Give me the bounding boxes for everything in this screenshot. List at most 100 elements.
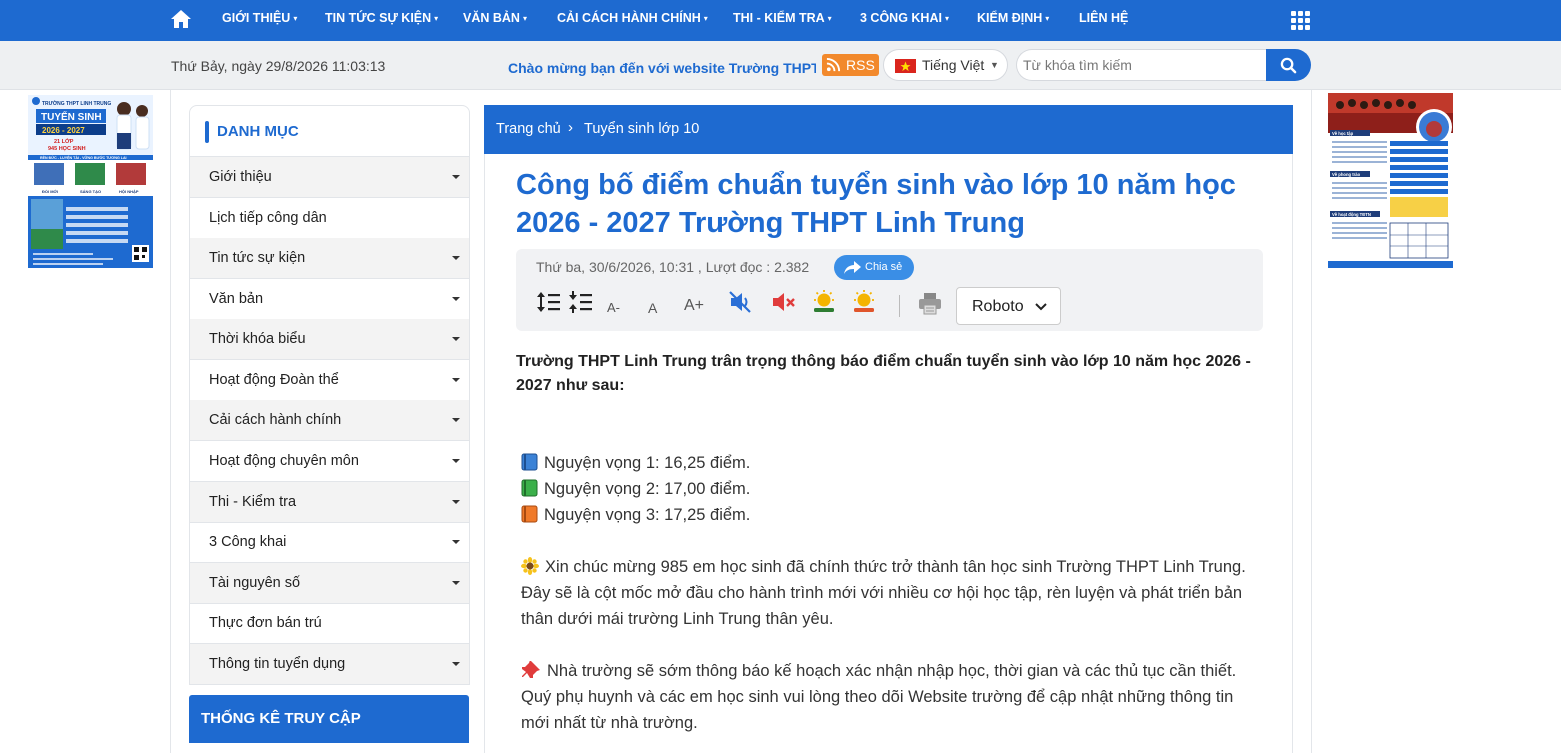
sidebar-item-thoi-khoa-bieu[interactable]: Thời khóa biểu <box>190 319 469 360</box>
sidebar-item-hoat-dong-chuyen-mon[interactable]: Hoạt động chuyên môn <box>190 441 469 482</box>
sidebar-item-label: Thực đơn bán trú <box>209 615 322 631</box>
congrats-paragraph: Xin chúc mừng 985 em học sinh đã chính t… <box>521 554 1261 632</box>
audio-read-icon[interactable] <box>728 289 754 315</box>
rss-button[interactable]: RSS <box>822 54 879 76</box>
sidebar-item-thi-kiem-tra[interactable]: Thi - Kiểm tra <box>190 482 469 523</box>
orange-book-icon <box>521 505 538 523</box>
light-mode-icon[interactable] <box>811 289 837 315</box>
font-decrease-button[interactable]: A- <box>607 300 620 315</box>
print-icon[interactable] <box>917 291 943 317</box>
sidebar-item-gioi-thieu[interactable]: Giới thiệu <box>190 157 469 198</box>
grid-menu-icon[interactable] <box>1291 11 1311 30</box>
banner-section-title: Về hoạt động TĐTN <box>1332 212 1371 217</box>
search-button[interactable] <box>1266 49 1311 81</box>
banner-tag: HỘI NHẬP <box>119 189 139 194</box>
nav-item-lien-he[interactable]: LIÊN HỆ <box>1079 11 1128 25</box>
nav-label: TIN TỨC SỰ KIỆN <box>325 11 432 25</box>
banner-years: 2026 - 2027 <box>42 126 85 135</box>
notice-text: Nhà trường sẽ sớm thông báo kế hoạch xác… <box>521 662 1237 732</box>
nav-item-3-cong-khai[interactable]: 3 CÔNG KHAI ▾ <box>860 11 949 25</box>
caret-down-icon <box>452 297 460 301</box>
nav-item-thi-kiem-tra[interactable]: THI - KIỂM TRA ▾ <box>733 11 832 25</box>
sidebar-item-van-ban[interactable]: Văn bản <box>190 279 469 320</box>
article-content: Công bố điểm chuẩn tuyển sinh vào lớp 10… <box>484 154 1293 753</box>
nav-label: LIÊN HỆ <box>1079 11 1129 25</box>
chevron-down-icon: ▾ <box>944 14 949 23</box>
banner-section-title: Về phong trào <box>1332 172 1361 177</box>
pushpin-icon <box>522 661 540 678</box>
nav-item-gioi-thieu[interactable]: GIỚI THIỆU ▾ <box>222 11 297 25</box>
language-label: Tiếng Việt <box>922 57 985 73</box>
visit-stats-header: THỐNG KÊ TRUY CẬP <box>189 695 469 743</box>
sidebar-item-tai-nguyen-so[interactable]: Tài nguyên số <box>190 563 469 604</box>
sidebar-item-hoat-dong-doan-the[interactable]: Hoạt động Đoàn thể <box>190 360 469 401</box>
sidebar-item-label: Tài nguyên số <box>209 575 301 591</box>
chevron-down-icon: ▾ <box>293 14 298 23</box>
sidebar-item-cai-cach-hanh-chinh[interactable]: Cải cách hành chính <box>190 400 469 441</box>
sidebar-item-label: 3 Công khai <box>209 534 287 550</box>
header-accent-bar <box>205 121 209 143</box>
sidebar-item-label: Tin tức sự kiện <box>209 250 306 266</box>
caret-down-icon <box>452 662 460 666</box>
banner-slogan: RÈN ĐỨC - LUYỆN TÀI - VỮNG BƯỚC TƯƠNG LA… <box>40 155 127 160</box>
sidebar-item-label: Văn bản <box>209 291 264 307</box>
sidebar-item-thong-tin-tuyen-dung[interactable]: Thông tin tuyển dụng <box>190 644 469 684</box>
font-family-select[interactable]: Roboto <box>956 287 1061 325</box>
caret-down-icon <box>452 500 460 504</box>
current-datetime: Thứ Bảy, ngày 29/8/2026 11:03:13 <box>171 58 386 74</box>
share-icon <box>844 261 861 274</box>
nav-label: CẢI CÁCH HÀNH CHÍNH <box>557 11 701 25</box>
congrats-text: Xin chúc mừng 985 em học sinh đã chính t… <box>521 558 1246 628</box>
article-intro: Trường THPT Linh Trung trân trọng thông … <box>516 353 1251 394</box>
nav-item-cai-cach-hanh-chinh[interactable]: CẢI CÁCH HÀNH CHÍNH ▾ <box>557 11 708 25</box>
sidebar-item-label: Thông tin tuyển dụng <box>209 656 346 672</box>
article-meta: Thứ ba, 30/6/2026, 10:31 , Lượt đọc : 2.… <box>536 259 810 275</box>
sidebar-item-thuc-don-ban-tru[interactable]: Thực đơn bán trú <box>190 603 469 644</box>
right-info-banner[interactable]: Về học tập Về phong trào Về hoạt động TĐ… <box>1328 93 1453 268</box>
banner-section-title: Về học tập <box>1332 131 1354 136</box>
share-button[interactable]: Chia sẻ <box>834 255 914 280</box>
sidebar-item-label: Hoạt động Đoàn thể <box>209 372 339 388</box>
article-toolbox: Thứ ba, 30/6/2026, 10:31 , Lượt đọc : 2.… <box>516 249 1263 331</box>
article-title: Công bố điểm chuẩn tuyển sinh vào lớp 10… <box>516 169 1236 239</box>
line-height-increase-icon[interactable] <box>536 289 562 315</box>
breadcrumb-current-link[interactable]: Tuyển sinh lớp 10 <box>584 121 699 137</box>
home-icon[interactable] <box>170 9 192 29</box>
sidebar-title: DANH MỤC <box>217 123 299 140</box>
line-height-decrease-icon[interactable] <box>568 289 594 315</box>
breadcrumb-home-link[interactable]: Trang chủ <box>496 121 561 137</box>
sunflower-icon <box>521 557 539 575</box>
nav-item-kiem-dinh[interactable]: KIỂM ĐỊNH ▾ <box>977 11 1049 25</box>
score-nv3: Nguyện vọng 3: 17,25 điểm. <box>544 506 751 524</box>
score-nv1: Nguyện vọng 1: 16,25 điểm. <box>544 454 751 472</box>
nav-item-van-ban[interactable]: VĂN BẢN ▾ <box>463 11 527 25</box>
blue-book-icon <box>521 453 538 471</box>
font-reset-button[interactable]: A <box>648 300 657 316</box>
caret-down-icon <box>452 581 460 585</box>
font-increase-button[interactable]: A+ <box>684 297 704 315</box>
welcome-marquee: Chào mừng bạn đến với website Trường THP… <box>508 60 816 76</box>
score-list: Nguyện vọng 1: 16,25 điểm. Nguyện vọng 2… <box>521 450 1261 528</box>
language-selector[interactable]: Tiếng Việt ▼ <box>883 49 1008 81</box>
sidebar-item-tin-tuc-su-kien[interactable]: Tin tức sự kiện <box>190 238 469 279</box>
chevron-right-icon: › <box>568 119 573 136</box>
utility-bar: Thứ Bảy, ngày 29/8/2026 11:03:13 Chào mừ… <box>0 41 1561 90</box>
sidebar-item-lich-tiep-cong-dan[interactable]: Lịch tiếp công dân <box>190 198 469 239</box>
nav-label: KIỂM ĐỊNH <box>977 11 1043 25</box>
search-input[interactable] <box>1016 49 1268 81</box>
banner-classes: 21 LỚP <box>54 137 74 145</box>
banner-school-name: TRƯỜNG THPT LINH TRUNG <box>42 99 111 107</box>
mute-icon[interactable] <box>771 289 797 315</box>
left-admission-banner[interactable]: TRƯỜNG THPT LINH TRUNG TUYỂN SINH 2026 -… <box>28 95 153 268</box>
reading-mode-icon[interactable] <box>851 289 877 315</box>
chevron-down-icon <box>1035 303 1047 311</box>
column-divider <box>170 90 171 753</box>
nav-item-tin-tuc-su-kien[interactable]: TIN TỨC SỰ KIỆN ▾ <box>325 11 438 25</box>
sidebar-item-label: Hoạt động chuyên môn <box>209 453 359 469</box>
top-navigation: GIỚI THIỆU ▾ TIN TỨC SỰ KIỆN ▾ VĂN BẢN ▾ CẢ… <box>0 0 1561 41</box>
banner-students: 945 HỌC SINH <box>48 146 86 152</box>
sidebar-item-3-cong-khai[interactable]: 3 Công khai <box>190 522 469 563</box>
caret-down-icon <box>452 175 460 179</box>
caret-down-icon <box>452 378 460 382</box>
sidebar-item-label: Cải cách hành chính <box>209 412 342 428</box>
